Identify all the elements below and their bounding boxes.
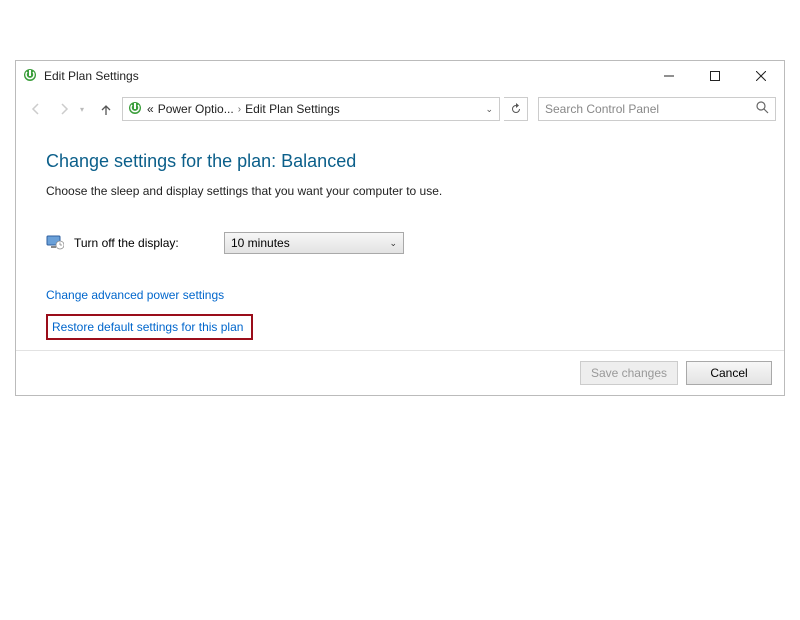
cancel-button[interactable]: Cancel	[686, 361, 772, 385]
chevron-down-icon: ⌄	[389, 238, 397, 249]
search-input[interactable]	[545, 102, 756, 116]
control-panel-window: Edit Plan Settings ▾	[15, 60, 785, 396]
title-bar: Edit Plan Settings	[16, 61, 784, 91]
turn-off-display-dropdown[interactable]: 10 minutes ⌄	[224, 232, 404, 254]
refresh-button[interactable]	[504, 97, 528, 121]
footer: Save changes Cancel	[16, 350, 784, 395]
page-description: Choose the sleep and display settings th…	[46, 184, 754, 198]
breadcrumb-root[interactable]: «	[147, 102, 154, 116]
search-icon	[756, 101, 769, 117]
minimize-button[interactable]	[646, 61, 692, 91]
history-dropdown[interactable]: ▾	[80, 105, 90, 114]
close-button[interactable]	[738, 61, 784, 91]
search-box[interactable]	[538, 97, 776, 121]
forward-button[interactable]	[52, 97, 76, 121]
up-button[interactable]	[94, 97, 118, 121]
dropdown-value: 10 minutes	[231, 236, 389, 250]
breadcrumb-level1[interactable]: Power Optio...	[158, 102, 234, 116]
display-icon	[46, 233, 64, 254]
address-bar: ▾ « Power Optio... › Edit Plan Settings …	[16, 91, 784, 127]
address-dropdown[interactable]: ⌄	[481, 104, 497, 115]
turn-off-display-label: Turn off the display:	[74, 236, 214, 250]
power-options-icon	[22, 67, 38, 86]
content-area: Change settings for the plan: Balanced C…	[16, 127, 784, 350]
back-button[interactable]	[24, 97, 48, 121]
save-button[interactable]: Save changes	[580, 361, 678, 385]
advanced-settings-link[interactable]: Change advanced power settings	[46, 288, 224, 302]
window-title: Edit Plan Settings	[44, 69, 139, 83]
turn-off-display-row: Turn off the display: 10 minutes ⌄	[46, 232, 754, 254]
maximize-button[interactable]	[692, 61, 738, 91]
breadcrumb-level2[interactable]: Edit Plan Settings	[245, 102, 340, 116]
restore-defaults-link[interactable]: Restore default settings for this plan	[52, 320, 243, 334]
chevron-right-icon: ›	[238, 104, 241, 115]
highlight-annotation: Restore default settings for this plan	[46, 314, 253, 340]
window-controls	[646, 61, 784, 91]
power-options-icon	[127, 100, 143, 119]
breadcrumb[interactable]: « Power Optio... › Edit Plan Settings ⌄	[122, 97, 500, 121]
page-title: Change settings for the plan: Balanced	[46, 151, 754, 172]
